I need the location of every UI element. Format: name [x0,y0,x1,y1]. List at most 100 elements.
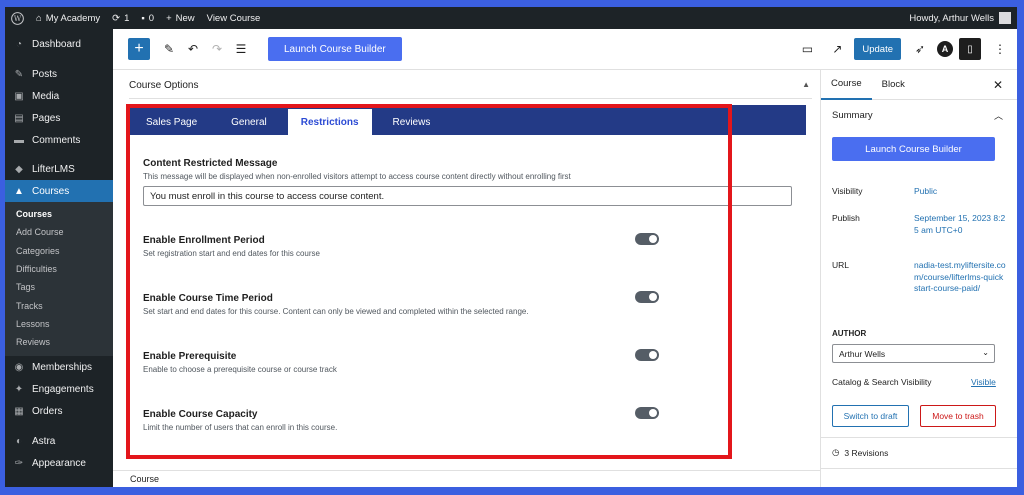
collapse-caret-icon[interactable]: ▲ [802,80,810,89]
view-course-link[interactable]: View Course [201,7,267,29]
summary-panel-header[interactable]: Summary ︿ [821,100,1017,130]
sidebar-launch-course-builder-button[interactable]: Launch Course Builder [832,137,995,161]
submenu-add-course[interactable]: Add Course [5,223,113,241]
update-button[interactable]: Update [854,38,901,60]
updates-link[interactable]: ⟳ 1 [106,7,135,29]
tab-general[interactable]: General [218,109,280,135]
chevron-down-icon: ⌄ [982,348,989,357]
chevron-up-icon: ︿ [993,111,1003,121]
site-name-link[interactable]: ⌂ My Academy [30,7,106,29]
url-label: URL [832,260,850,270]
wp-editor-window: W ⌂ My Academy ⟳ 1 ▪ 0 + New View Course… [5,7,1017,487]
options-button[interactable]: ⋮ [989,38,1011,60]
submenu-categories[interactable]: Categories [5,242,113,260]
sidebar-item-courses[interactable]: ▲ Courses [5,180,113,202]
move-to-trash-button[interactable]: Move to trash [920,405,996,427]
breadcrumb-item[interactable]: Course [130,474,159,484]
editor-toolbar: + ✎ ↶ ↷ ☰ Launch Course Builder ▭ ↗ Upda… [113,29,1017,70]
submenu-tags[interactable]: Tags [5,278,113,296]
sidebar-item-memberships[interactable]: ◉ Memberships [5,356,113,378]
history-icon: ◷ [832,447,840,457]
redo-button[interactable]: ↷ [206,38,228,60]
submenu-reviews[interactable]: Reviews [5,333,113,351]
pencil-icon: ✎ [163,42,175,56]
submenu-courses[interactable]: Courses [5,205,113,223]
sidebar-item-lifterlms[interactable]: ◆ LifterLMS [5,158,113,180]
course-options-tabs: Sales Page General Restrictions Reviews [130,105,806,135]
enrollment-period-title: Enable Enrollment Period [143,235,265,246]
submenu-difficulties[interactable]: Difficulties [5,260,113,278]
wordpress-logo-icon[interactable]: W [5,7,30,29]
switch-to-draft-button[interactable]: Switch to draft [832,405,909,427]
submenu-tracks[interactable]: Tracks [5,296,113,314]
tools-button[interactable]: ✎ [158,38,180,60]
revisions-link[interactable]: ◷ 3 Revisions [832,447,888,458]
author-label: AUTHOR [832,329,867,338]
course-time-period-toggle[interactable] [635,291,659,303]
visibility-value[interactable]: Public [914,186,1006,198]
astra-settings-button[interactable]: A [937,41,953,57]
sidebar-item-appearance[interactable]: ✑ Appearance [5,452,113,474]
close-icon[interactable]: ✕ [993,78,1003,92]
engagements-icon: ✦ [14,383,24,395]
url-value[interactable]: nadia-test.myliftersite.com/course/lifte… [914,260,1006,295]
content-restricted-title: Content Restricted Message [143,158,278,169]
sidebar-item-media[interactable]: ▣ Media [5,85,113,107]
metabox-title: Course Options [129,80,199,91]
breadcrumb: Course [113,470,820,487]
author-select[interactable]: Arthur Wells ⌄ [832,344,995,363]
sidebar-item-posts[interactable]: ✎ Posts [5,63,113,85]
content-restricted-message-input[interactable]: You must enroll in this course to access… [143,186,792,206]
panel-divider [821,468,1017,469]
launch-course-builder-button[interactable]: Launch Course Builder [268,37,402,61]
publish-label: Publish [832,213,860,223]
redo-icon: ↷ [211,42,223,56]
sidebar-item-dashboard[interactable]: ◔ Dashboard [5,33,113,55]
sidebar-item-pages[interactable]: ▤ Pages [5,107,113,129]
svg-text:W: W [14,14,22,23]
sidebar-panel-icon: ▯ [967,43,973,55]
tab-restrictions[interactable]: Restrictions [287,109,372,135]
undo-button[interactable]: ↶ [182,38,204,60]
course-capacity-description: Limit the number of users that can enrol… [143,423,338,432]
document-overview-button[interactable]: ☰ [230,38,252,60]
settings-tabs: Course Block ✕ [821,70,1017,100]
rocket-icon: ➶ [914,42,926,56]
undo-icon: ↶ [187,42,199,56]
plus-icon: + [134,40,144,57]
enrollment-period-toggle[interactable] [635,233,659,245]
new-content-link[interactable]: + New [160,7,201,29]
desktop-icon: ▭ [801,42,814,56]
admin-sidebar: ◔ Dashboard ✎ Posts ▣ Media ▤ Pages ▬ Comment… [5,29,113,487]
submenu-lessons[interactable]: Lessons [5,315,113,333]
avatar [999,12,1011,24]
prerequisite-toggle[interactable] [635,349,659,361]
prerequisite-description: Enable to choose a prerequisite course o… [143,365,337,374]
settings-panel-toggle[interactable]: ▯ [959,38,981,60]
sidebar-item-orders[interactable]: ▦ Orders [5,400,113,422]
cart-icon: ▦ [14,405,24,417]
add-block-button[interactable]: + [128,38,150,60]
preview-button[interactable]: ▭ [796,38,818,60]
sidebar-item-comments[interactable]: ▬ Comments [5,129,113,151]
course-capacity-toggle[interactable] [635,407,659,419]
lifterlms-rocket-button[interactable]: ➶ [909,38,931,60]
comments-link[interactable]: ▪ 0 [135,7,160,29]
sidebar-item-engagements[interactable]: ✦ Engagements [5,378,113,400]
enrollment-period-description: Set registration start and end dates for… [143,249,320,258]
tab-block[interactable]: Block [872,70,915,100]
view-post-button[interactable]: ↗ [826,38,848,60]
tab-reviews[interactable]: Reviews [380,109,444,135]
comment-icon: ▪ [141,12,145,24]
tab-course[interactable]: Course [821,70,872,100]
media-icon: ▣ [14,90,24,102]
external-link-icon: ↗ [832,42,843,56]
home-icon: ⌂ [36,12,42,24]
sidebar-item-astra[interactable]: ◐ Astra [5,430,113,452]
list-view-icon: ☰ [235,42,247,56]
pages-icon: ▤ [14,112,24,124]
publish-date-value[interactable]: September 15, 2023 8:25 am UTC+0 [914,213,1006,236]
account-menu[interactable]: Howdy, Arthur Wells [909,12,1017,24]
tab-sales-page[interactable]: Sales Page [133,109,210,135]
catalog-visibility-value[interactable]: Visible [971,377,996,387]
